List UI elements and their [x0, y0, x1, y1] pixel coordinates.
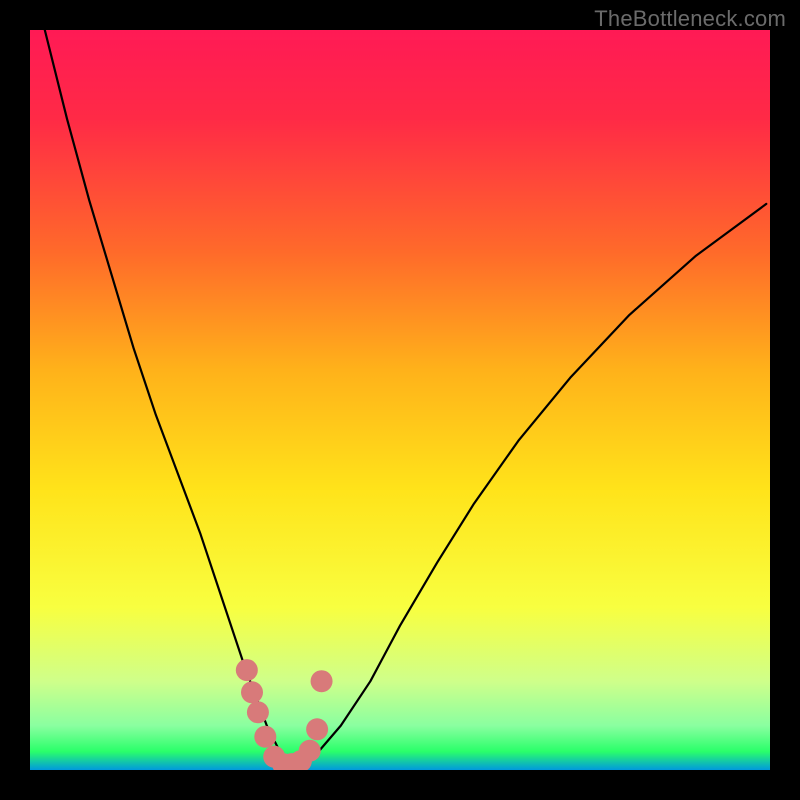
valley-marker [247, 701, 269, 723]
valley-marker [299, 740, 321, 762]
chart-svg [30, 30, 770, 770]
valley-marker [241, 681, 263, 703]
chart-plot-area [30, 30, 770, 770]
valley-marker [254, 726, 276, 748]
valley-marker [311, 670, 333, 692]
gradient-background [30, 30, 770, 770]
valley-marker [236, 659, 258, 681]
watermark-label: TheBottleneck.com [594, 6, 786, 32]
valley-marker [306, 718, 328, 740]
